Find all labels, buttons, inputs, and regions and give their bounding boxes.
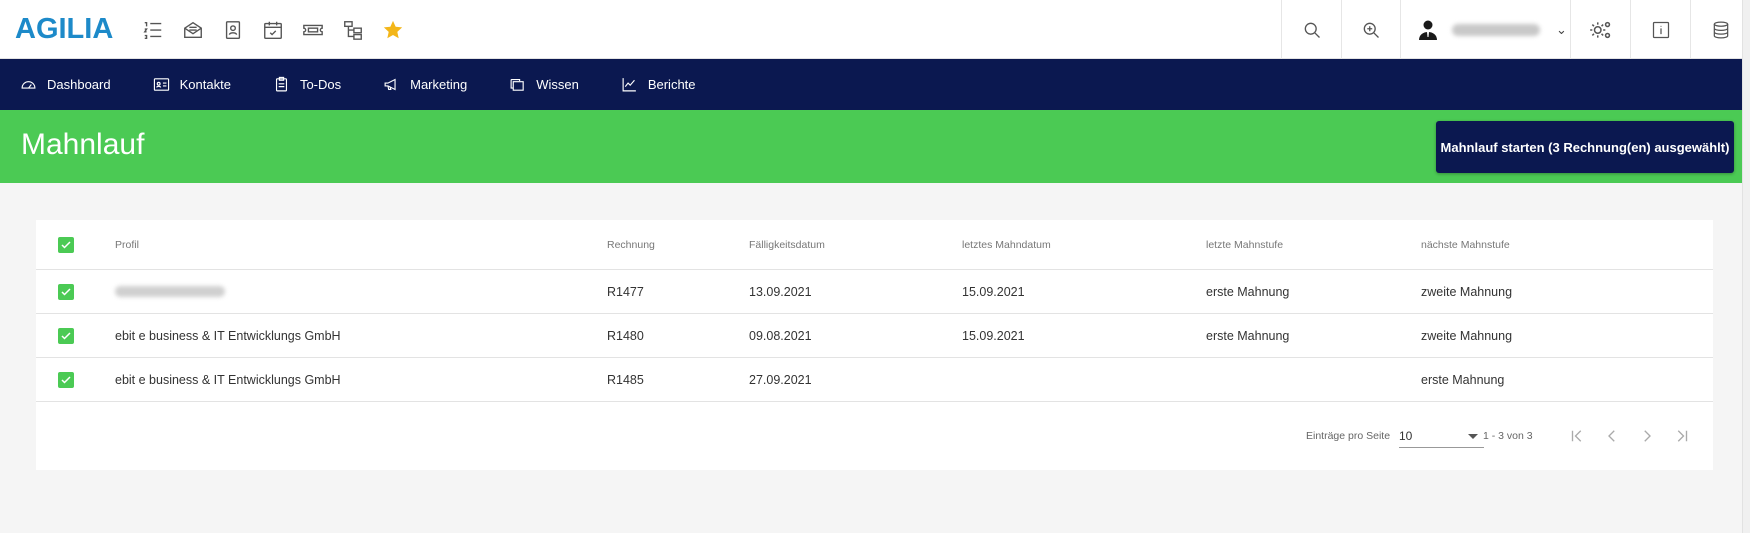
cell-faelligkeitsdatum: 27.09.2021 bbox=[749, 372, 812, 387]
cell-profil: ebit e business & IT Entwicklungs GmbH bbox=[115, 328, 341, 343]
row-checkbox[interactable] bbox=[58, 283, 74, 300]
main-navigation: Dashboard Kontakte To-Dos Marketing Wiss… bbox=[0, 59, 1750, 110]
check-icon bbox=[61, 240, 71, 249]
nav-item-label: Dashboard bbox=[47, 77, 111, 92]
hierarchy-icon[interactable] bbox=[340, 17, 366, 43]
column-header-naechste-mahnstufe[interactable]: nächste Mahnstufe bbox=[1421, 220, 1510, 269]
check-icon bbox=[61, 287, 71, 296]
user-menu[interactable]: ⌄ bbox=[1400, 0, 1570, 59]
folders-icon bbox=[510, 78, 524, 91]
cell-letztes-mahndatum: 15.09.2021 bbox=[962, 284, 1025, 299]
nav-item-marketing[interactable]: Marketing bbox=[383, 76, 467, 93]
cell-faelligkeitsdatum: 13.09.2021 bbox=[749, 284, 812, 299]
app-logo[interactable]: AGILIA bbox=[15, 13, 113, 46]
page-size-value: 10 bbox=[1399, 429, 1413, 443]
check-icon bbox=[61, 375, 71, 384]
nav-item-label: Marketing bbox=[410, 77, 468, 92]
row-checkbox[interactable] bbox=[58, 327, 74, 344]
last-page-icon bbox=[1677, 430, 1688, 442]
dunning-table-card: Profil Rechnung Fälligkeitsdatum letztes… bbox=[36, 220, 1713, 470]
cell-faelligkeitsdatum: 09.08.2021 bbox=[749, 328, 812, 343]
redacted-profile-name bbox=[115, 286, 225, 297]
last-page-button[interactable] bbox=[1670, 424, 1694, 448]
settings-button[interactable] bbox=[1570, 0, 1630, 59]
list-numbered-icon[interactable] bbox=[140, 17, 166, 43]
table-row[interactable]: R1477 13.09.2021 15.09.2021 erste Mahnun… bbox=[36, 270, 1713, 314]
cell-naechste-mahnstufe: zweite Mahnung bbox=[1421, 328, 1513, 343]
database-icon bbox=[1713, 20, 1728, 39]
star-icon[interactable] bbox=[380, 17, 406, 43]
table-row[interactable]: ebit e business & IT Entwicklungs GmbH R… bbox=[36, 358, 1713, 402]
zoom-in-icon bbox=[1363, 22, 1379, 38]
cell-letzte-mahnstufe: erste Mahnung bbox=[1206, 328, 1290, 343]
cell-rechnung: R1480 bbox=[607, 328, 644, 343]
cell-naechste-mahnstufe: erste Mahnung bbox=[1421, 372, 1505, 387]
page-size-select[interactable]: 10 bbox=[1399, 426, 1484, 448]
paginator: Einträge pro Seite 10 1 - 3 von 3 bbox=[36, 402, 1713, 470]
chevron-right-icon bbox=[1644, 430, 1651, 442]
nav-item-label: Kontakte bbox=[179, 77, 231, 92]
dashboard-icon bbox=[21, 81, 36, 89]
dropdown-caret-icon bbox=[1468, 434, 1478, 439]
previous-page-button[interactable] bbox=[1600, 424, 1624, 448]
nav-item-kontakte[interactable]: Kontakte bbox=[153, 76, 231, 93]
info-icon bbox=[1652, 21, 1669, 38]
page-size-label: Einträge pro Seite bbox=[1306, 430, 1391, 442]
page-range-label: 1 - 3 von 3 bbox=[1483, 430, 1533, 442]
megaphone-icon bbox=[384, 78, 396, 91]
column-header-letzte-mahnstufe[interactable]: letzte Mahnstufe bbox=[1206, 220, 1283, 269]
settings-gears-icon bbox=[1589, 21, 1610, 38]
table-header-row: Profil Rechnung Fälligkeitsdatum letztes… bbox=[36, 220, 1713, 270]
page-title: Mahnlauf bbox=[21, 128, 145, 161]
cell-rechnung: R1485 bbox=[607, 372, 644, 387]
database-button[interactable] bbox=[1690, 0, 1750, 59]
cell-letztes-mahndatum: 15.09.2021 bbox=[962, 328, 1025, 343]
page-header: Mahnlauf Mahnlauf starten (3 Rechnung(en… bbox=[0, 110, 1750, 183]
contact-card-icon bbox=[153, 78, 169, 91]
nav-item-label: Berichte bbox=[647, 77, 696, 92]
check-icon bbox=[61, 331, 71, 340]
contact-card-icon[interactable] bbox=[220, 17, 246, 43]
column-header-letztes-mahndatum[interactable]: letztes Mahndatum bbox=[962, 220, 1051, 269]
nav-item-label: Wissen bbox=[536, 77, 579, 92]
user-avatar-icon bbox=[1419, 20, 1437, 40]
cell-profil: ebit e business & IT Entwicklungs GmbH bbox=[115, 372, 341, 387]
zoom-in-button[interactable] bbox=[1341, 0, 1400, 59]
info-button[interactable] bbox=[1630, 0, 1690, 59]
cell-rechnung: R1477 bbox=[607, 284, 644, 299]
top-right-toolbar: ⌄ bbox=[1281, 0, 1750, 59]
nav-item-berichte[interactable]: Berichte bbox=[621, 76, 696, 93]
search-icon bbox=[1304, 22, 1320, 38]
nav-item-label: To-Dos bbox=[299, 77, 342, 92]
table-row[interactable]: ebit e business & IT Entwicklungs GmbH R… bbox=[36, 314, 1713, 358]
calendar-check-icon[interactable] bbox=[260, 17, 286, 43]
top-bar: AGILIA ⌄ bbox=[0, 0, 1750, 59]
first-page-button[interactable] bbox=[1565, 424, 1589, 448]
cell-naechste-mahnstufe: zweite Mahnung bbox=[1421, 284, 1513, 299]
chevron-left-icon bbox=[1608, 430, 1615, 442]
column-header-faelligkeitsdatum[interactable]: Fälligkeitsdatum bbox=[749, 220, 825, 269]
nav-item-todos[interactable]: To-Dos bbox=[273, 76, 341, 93]
column-header-profil[interactable]: Profil bbox=[115, 220, 139, 269]
ticket-icon[interactable] bbox=[300, 17, 326, 43]
row-checkbox[interactable] bbox=[58, 371, 74, 388]
nav-item-dashboard[interactable]: Dashboard bbox=[20, 76, 111, 93]
vertical-scrollbar[interactable] bbox=[1742, 0, 1750, 533]
clipboard-icon bbox=[275, 76, 287, 92]
select-all-checkbox[interactable] bbox=[58, 236, 74, 253]
search-button[interactable] bbox=[1281, 0, 1341, 59]
chevron-down-icon: ⌄ bbox=[1556, 21, 1567, 37]
quick-access-icons bbox=[140, 17, 406, 43]
nav-item-wissen[interactable]: Wissen bbox=[509, 76, 579, 93]
start-dunning-run-button[interactable]: Mahnlauf starten (3 Rechnung(en) ausgewä… bbox=[1436, 121, 1734, 173]
inbox-icon[interactable] bbox=[180, 17, 206, 43]
first-page-icon bbox=[1571, 430, 1582, 442]
user-name-redacted bbox=[1452, 23, 1540, 36]
next-page-button[interactable] bbox=[1635, 424, 1659, 448]
chart-line-icon bbox=[622, 78, 636, 92]
column-header-rechnung[interactable]: Rechnung bbox=[607, 220, 655, 269]
cell-profil bbox=[115, 270, 225, 313]
cell-letzte-mahnstufe: erste Mahnung bbox=[1206, 284, 1290, 299]
